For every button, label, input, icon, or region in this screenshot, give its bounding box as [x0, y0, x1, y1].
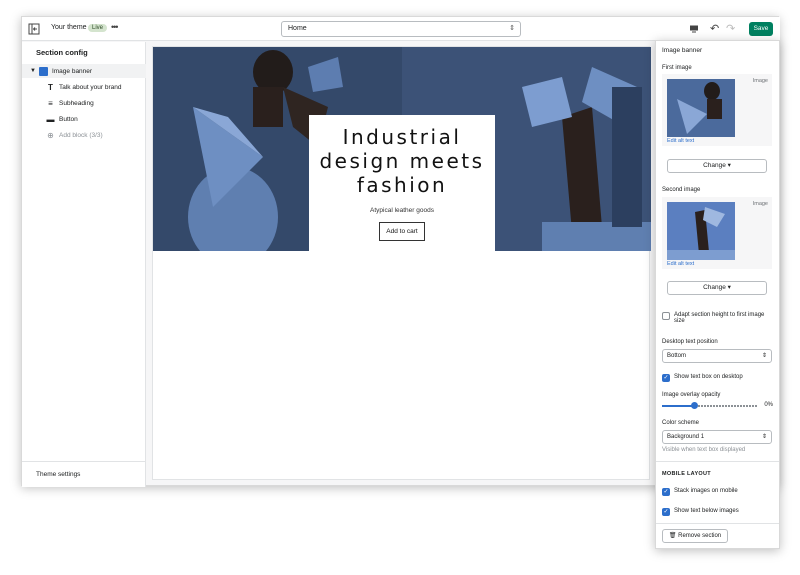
color-scheme-select[interactable]: Background 1 ⇕: [662, 430, 772, 444]
desktop-preview-icon[interactable]: [689, 24, 699, 34]
change-label: Change: [703, 284, 726, 291]
add-icon: ⊕: [47, 130, 54, 140]
page-selector-value: Home: [288, 25, 307, 32]
top-bar: Your theme Live ••• Home ⇕ ↶ ↷ Save: [22, 17, 780, 41]
section-image-banner[interactable]: ▼ Image banner: [22, 64, 146, 78]
theme-name: Your theme: [51, 24, 87, 31]
sidebar-title: Section config: [36, 48, 88, 57]
sidebar: Section config ▼ Image banner T Talk abo…: [22, 42, 146, 487]
image-tag: Image: [752, 78, 768, 84]
chevron-down-icon[interactable]: ▼: [30, 68, 36, 74]
edit-alt-text-link[interactable]: Edit alt text: [667, 138, 694, 144]
select-value: Background 1: [667, 434, 705, 440]
select-arrows-icon: ⇕: [761, 434, 767, 440]
theme-settings-link[interactable]: Theme settings: [22, 461, 146, 487]
paragraph-icon: ≡: [48, 98, 53, 108]
second-image-thumbnail[interactable]: [667, 202, 735, 260]
add-block-button[interactable]: ⊕ Add block (3/3): [22, 128, 146, 142]
show-text-box-label: Show text box on desktop: [674, 374, 743, 380]
save-button[interactable]: Save: [749, 22, 773, 36]
caret-down-icon: ▾: [727, 284, 731, 291]
overlay-opacity-slider[interactable]: [662, 402, 757, 409]
block-label: Talk about your brand: [59, 83, 122, 91]
select-arrows-icon: ⇕: [509, 25, 515, 32]
select-value: Bottom: [667, 353, 687, 359]
block-label: Button: [59, 115, 78, 123]
checkbox-checked[interactable]: ✓: [662, 508, 670, 516]
desktop-text-position-select[interactable]: Bottom ⇕: [662, 349, 772, 363]
settings-panel: Image banner First image Image Edit alt …: [655, 40, 780, 549]
checkbox-checked[interactable]: ✓: [662, 488, 670, 496]
first-image-label: First image: [662, 65, 692, 71]
adapt-height-checkbox-row[interactable]: Adapt section height to first image size: [662, 312, 774, 324]
overlay-opacity-value: 0%: [764, 402, 773, 408]
first-image-picker: Image Edit alt text: [662, 74, 772, 146]
edit-alt-text-link[interactable]: Edit alt text: [667, 261, 694, 267]
text-below-label: Show text below images: [674, 508, 739, 514]
more-icon[interactable]: •••: [111, 22, 119, 32]
status-badge: Live: [88, 24, 108, 32]
block-button[interactable]: ▬ Button: [22, 112, 146, 126]
section-label: Image banner: [51, 67, 93, 75]
banner-subheading: Atypical leather goods: [370, 207, 434, 214]
color-scheme-help: Visible when text box displayed: [662, 447, 746, 453]
banner-text-box: Industrial design meets fashion Atypical…: [309, 115, 495, 251]
overlay-opacity-label: Image overlay opacity: [662, 392, 721, 398]
image-section-icon: [38, 66, 48, 76]
redo-icon[interactable]: ↷: [726, 22, 735, 35]
remove-label: Remove section: [678, 533, 722, 539]
page-selector[interactable]: Home ⇕: [281, 21, 521, 37]
show-text-box-checkbox-row[interactable]: ✓ Show text box on desktop: [662, 374, 774, 382]
checkbox-checked[interactable]: ✓: [662, 374, 670, 382]
block-label: Subheading: [59, 99, 94, 107]
preview-canvas: Industrial design meets fashion Atypical…: [152, 46, 651, 480]
image-banner[interactable]: Industrial design meets fashion Atypical…: [153, 47, 651, 251]
text-icon: T: [48, 82, 53, 92]
undo-icon[interactable]: ↶: [710, 22, 719, 35]
image-tag: Image: [752, 201, 768, 207]
change-label: Change: [703, 162, 726, 169]
add-to-cart-button[interactable]: Add to cart: [379, 222, 425, 241]
text-below-checkbox-row[interactable]: ✓ Show text below images: [662, 508, 774, 516]
checkbox[interactable]: [662, 312, 670, 320]
stack-images-checkbox-row[interactable]: ✓ Stack images on mobile: [662, 488, 774, 496]
slider-thumb[interactable]: [691, 402, 698, 409]
change-first-image-button[interactable]: Change ▾: [667, 159, 767, 173]
banner-heading: Industrial design meets fashion: [319, 125, 485, 197]
divider: [656, 523, 779, 524]
change-second-image-button[interactable]: Change ▾: [667, 281, 767, 295]
block-talk-about-brand[interactable]: T Talk about your brand: [22, 80, 146, 94]
second-image-picker: Image Edit alt text: [662, 197, 772, 269]
select-arrows-icon: ⇕: [761, 353, 767, 359]
color-scheme-label: Color scheme: [662, 420, 700, 426]
block-subheading[interactable]: ≡ Subheading: [22, 96, 146, 110]
mobile-layout-heading: MOBILE LAYOUT: [662, 471, 711, 477]
adapt-height-label: Adapt section height to first image size: [674, 312, 765, 324]
desktop-text-position-label: Desktop text position: [662, 339, 718, 345]
divider: [656, 461, 779, 462]
caret-down-icon: ▾: [727, 162, 731, 169]
second-image-label: Second image: [662, 187, 701, 193]
exit-icon[interactable]: [28, 23, 40, 35]
first-image-thumbnail[interactable]: [667, 79, 735, 137]
settings-title: Image banner: [662, 47, 703, 54]
remove-section-button[interactable]: 🗑 Remove section: [662, 529, 728, 543]
add-block-label: Add block (3/3): [59, 131, 103, 139]
trash-icon: 🗑: [668, 533, 677, 539]
button-icon: ▬: [46, 114, 55, 124]
slider-fill: [662, 405, 694, 407]
stack-images-label: Stack images on mobile: [674, 488, 738, 494]
